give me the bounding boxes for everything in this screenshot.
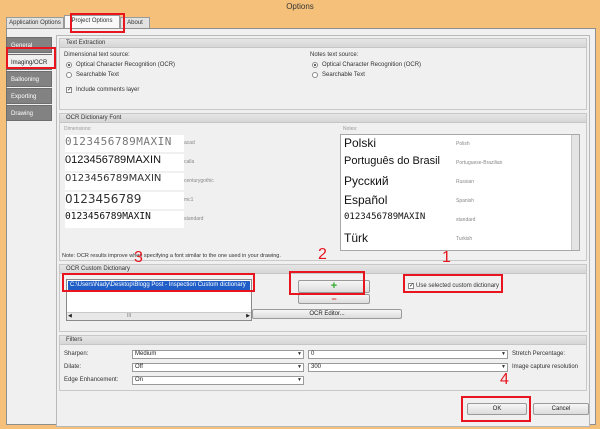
annotation-number-4: 4 xyxy=(500,371,509,388)
list-item[interactable]: 0123456789MAXIN acad xyxy=(62,134,333,153)
notes-font-list[interactable]: Polski Polish Português do Brasil Portug… xyxy=(340,134,580,251)
list-item[interactable]: 0123456789MAXIN standard xyxy=(62,210,333,229)
scroll-right-icon[interactable]: ▶ xyxy=(246,313,250,319)
text-extraction-group: Text Extraction Dimensional text source:… xyxy=(59,38,587,110)
sidebar-tab-ballooning[interactable]: Ballooning xyxy=(6,71,52,87)
minus-icon: − xyxy=(331,294,337,304)
dimensional-ocr-radio[interactable] xyxy=(66,62,72,68)
dimensional-searchable-label: Searchable Text xyxy=(76,72,119,78)
ocr-font-group: OCR Dictionary Font Dimensions: Notes: 0… xyxy=(59,113,587,261)
notes-source-label: Notes text source: xyxy=(310,52,359,58)
sharpen-select[interactable]: Medium ▼ xyxy=(132,350,304,359)
annotation-box-imaging-ocr xyxy=(6,47,56,69)
dimensional-source-label: Dimensional text source: xyxy=(64,52,130,58)
ocr-editor-button[interactable]: OCR Editor... xyxy=(252,309,402,319)
annotation-box-add-button xyxy=(289,271,365,295)
edge-enhancement-select[interactable]: On ▼ xyxy=(132,376,304,385)
scroll-left-icon[interactable]: ◀ xyxy=(68,313,72,319)
ocr-font-header: OCR Dictionary Font xyxy=(60,114,586,123)
stretch-percentage-label: Stretch Percentage: xyxy=(512,351,566,357)
notes-font-label: Notes: xyxy=(343,126,358,132)
notes-ocr-radio[interactable] xyxy=(312,62,318,68)
annotation-number-3: 3 xyxy=(134,249,143,266)
chevron-down-icon: ▼ xyxy=(297,351,302,357)
notes-ocr-label: Optical Character Recognition (OCR) xyxy=(322,62,422,68)
dilate-select[interactable]: Off ▼ xyxy=(132,363,304,372)
dimensional-ocr-label: Optical Character Recognition (OCR) xyxy=(76,62,176,68)
include-comments-checkbox[interactable]: ✓ xyxy=(66,87,72,93)
dimension-font-list[interactable]: 0123456789MAXIN acad 0123456789MAXIN cal… xyxy=(62,134,333,249)
notes-searchable-label: Searchable Text xyxy=(322,72,365,78)
list-item[interactable]: Español Spanish xyxy=(341,192,579,211)
notes-searchable-radio[interactable] xyxy=(312,72,318,78)
filters-header: Filters xyxy=(60,336,586,345)
sidebar-tab-exporting[interactable]: Exporting xyxy=(6,88,52,104)
list-item[interactable]: Русский Russian xyxy=(341,173,579,192)
annotation-box-dictionary-path xyxy=(62,273,255,292)
list-item[interactable]: 0123456789MAXIN centurygothic xyxy=(62,172,333,191)
dilate-label: Dilate: xyxy=(64,364,82,370)
chevron-down-icon: ▼ xyxy=(297,377,302,383)
list-item[interactable]: Türk Turkish xyxy=(341,230,579,249)
window-title: Options xyxy=(0,0,600,13)
content-panel: Text Extraction Dimensional text source:… xyxy=(56,35,590,427)
chevron-down-icon: ▼ xyxy=(501,364,506,370)
scroll-thumb[interactable]: III xyxy=(127,313,131,319)
remove-dictionary-button[interactable]: − xyxy=(298,294,370,304)
chevron-down-icon: ▼ xyxy=(501,351,506,357)
annotation-number-1: 1 xyxy=(442,249,451,266)
ocr-font-note: Note: OCR results improve when specifyin… xyxy=(62,253,281,259)
text-extraction-header: Text Extraction xyxy=(60,39,586,48)
cancel-button[interactable]: Cancel xyxy=(533,403,589,415)
edge-enhancement-label: Edge Enhancement: xyxy=(64,377,119,383)
annotation-box-project-options xyxy=(70,13,125,33)
annotation-box-use-selected xyxy=(403,274,503,293)
annotation-number-2: 2 xyxy=(318,246,327,263)
image-resolution-label: Image capture resolution xyxy=(512,364,579,370)
include-comments-label: Include comments layer xyxy=(76,87,140,93)
notes-font-scrollbar[interactable] xyxy=(571,135,579,250)
dictionary-horizontal-scrollbar[interactable]: ◀ III ▶ xyxy=(67,312,251,320)
stretch-percentage-select[interactable]: 0 ▼ xyxy=(308,350,508,359)
dimensional-searchable-radio[interactable] xyxy=(66,72,72,78)
list-item[interactable]: 0123456789 mc1 xyxy=(62,191,333,210)
list-item[interactable]: Polski Polish xyxy=(341,135,579,154)
chevron-down-icon: ▼ xyxy=(297,364,302,370)
list-item[interactable]: 0123456789MAXIN standard xyxy=(341,211,579,230)
list-item[interactable]: Português do Brasil Portuguese-Brazilian xyxy=(341,154,579,173)
dimensions-label: Dimensions: xyxy=(64,126,92,132)
annotation-box-ok-button xyxy=(461,396,531,422)
sharpen-label: Sharpen: xyxy=(64,351,89,357)
list-item[interactable]: 0123456789MAXIN calla xyxy=(62,153,333,172)
sidebar-tab-drawing[interactable]: Drawing xyxy=(6,105,52,121)
image-resolution-select[interactable]: 300 ▼ xyxy=(308,363,508,372)
